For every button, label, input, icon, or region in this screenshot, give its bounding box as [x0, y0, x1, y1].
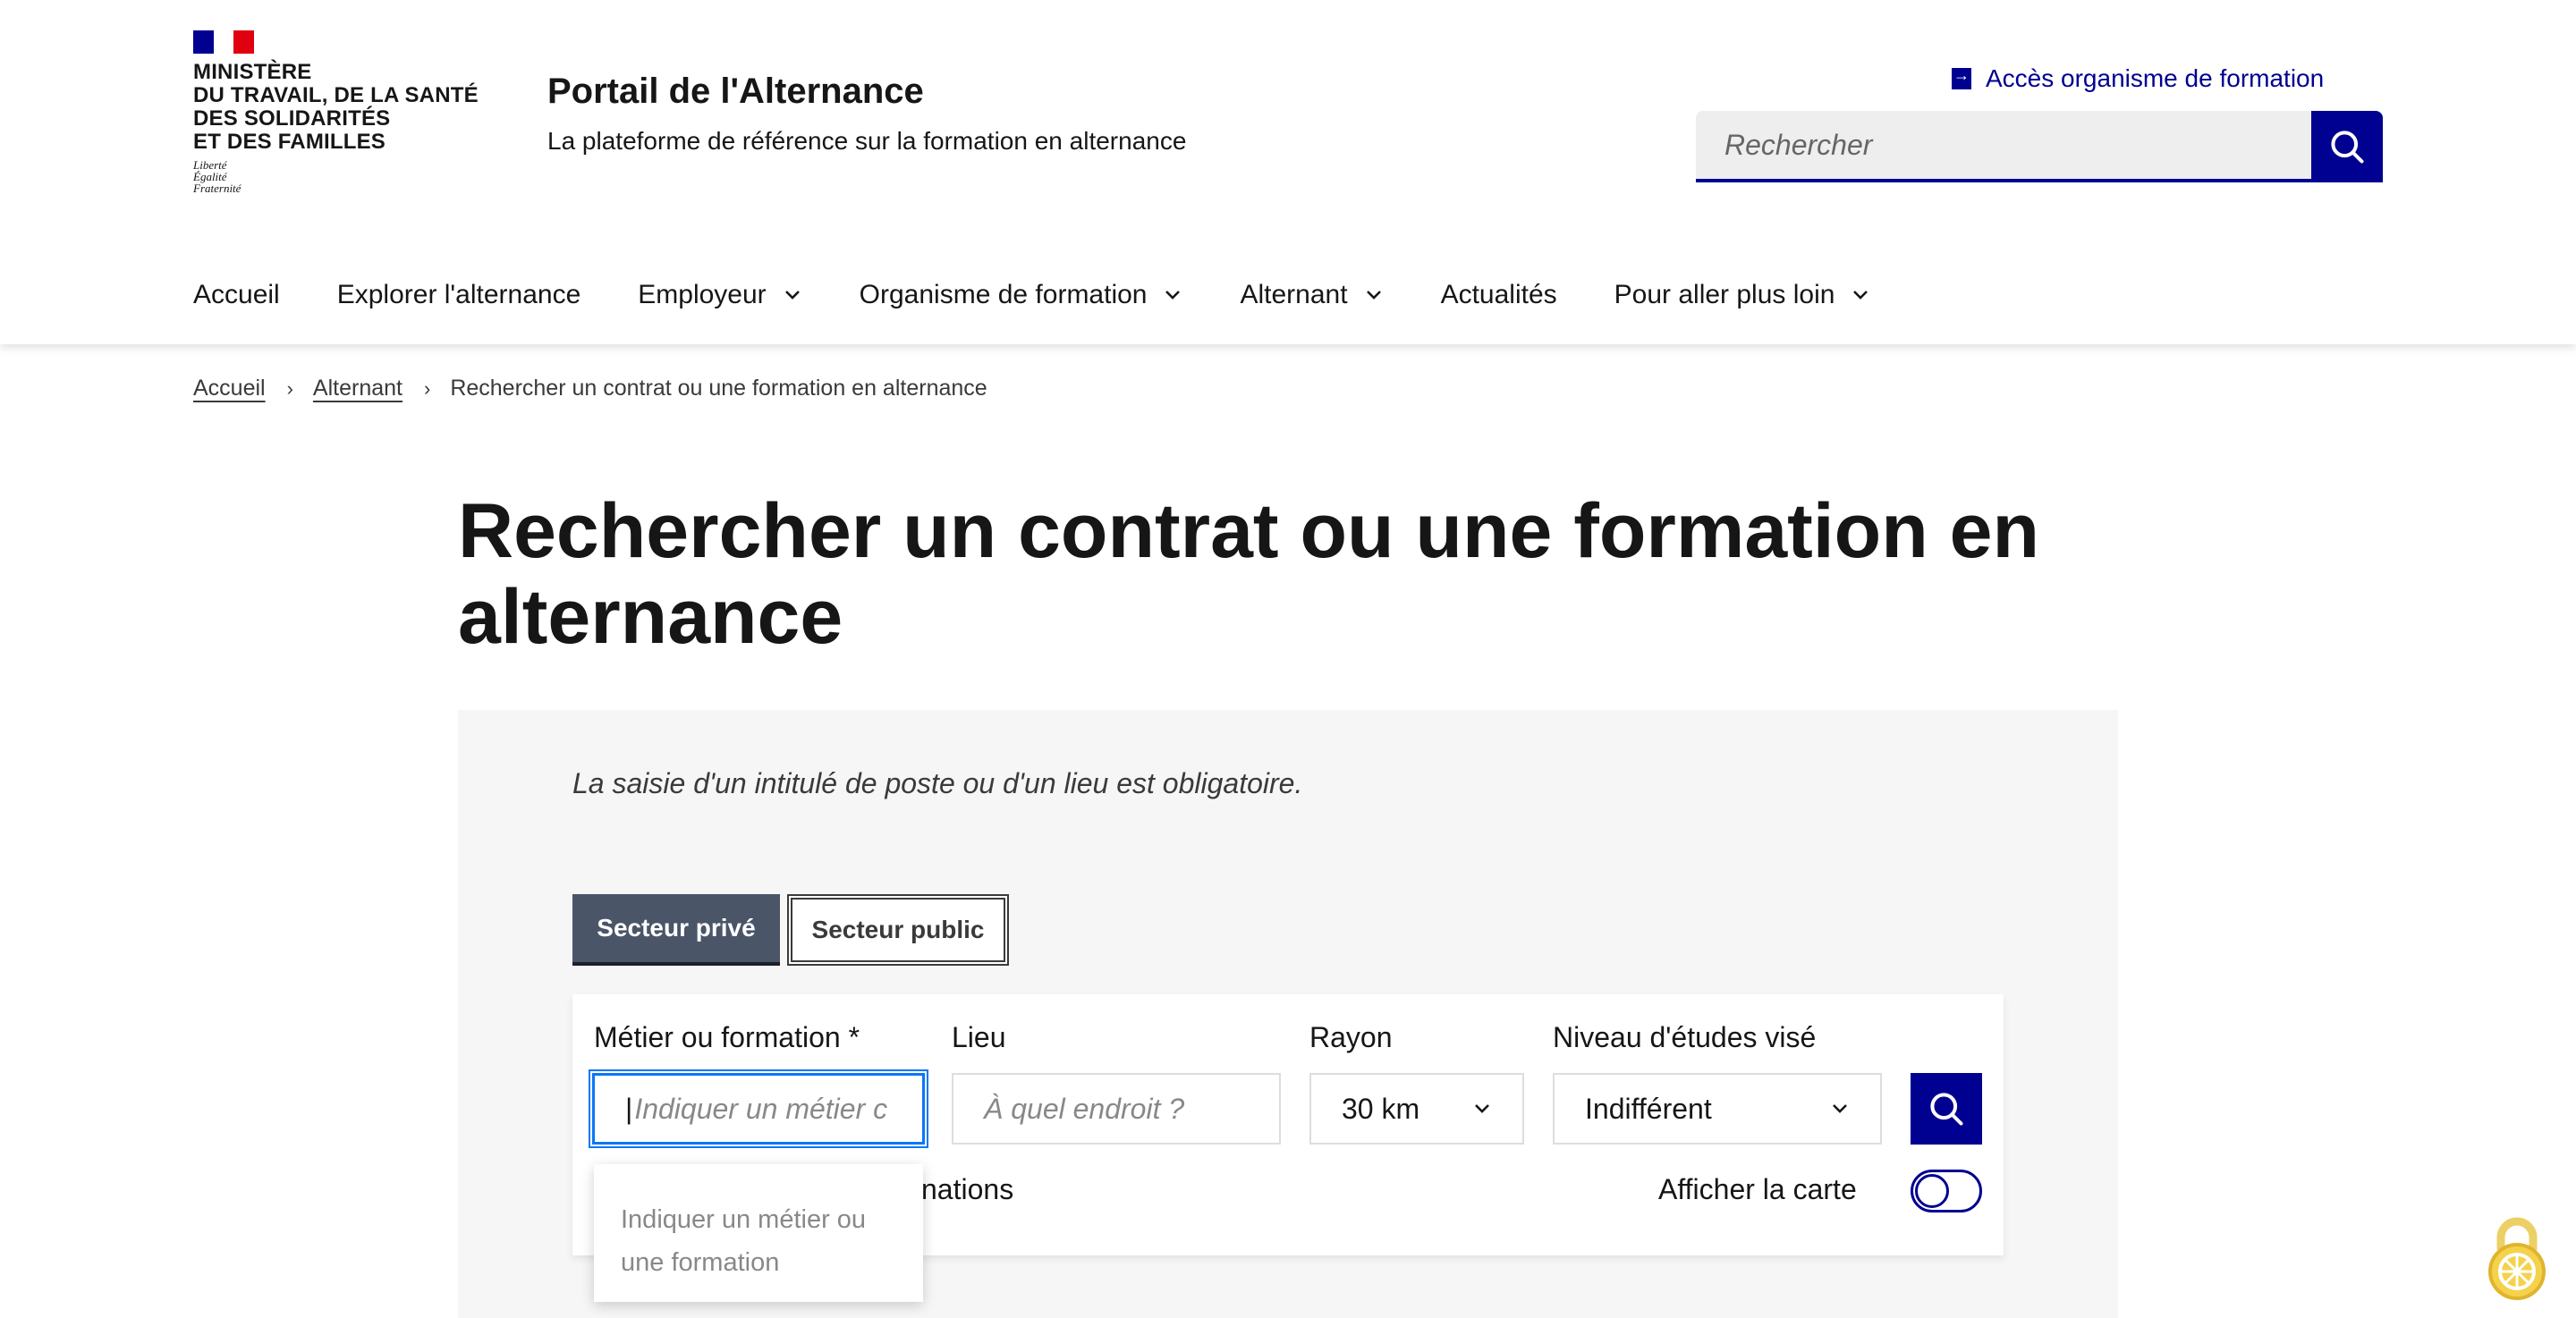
header-search-input[interactable]: Rechercher	[1696, 111, 2311, 182]
service-tagline: La plateforme de référence sur la format…	[547, 127, 1187, 155]
job-input[interactable]: | Indiquer un métier c	[589, 1069, 928, 1148]
header-search-button[interactable]	[2311, 111, 2383, 182]
nav-item-aller-plus-loin[interactable]: Pour aller plus loin	[1614, 268, 1871, 322]
chevron-down-icon	[1853, 291, 1868, 300]
search-icon	[1930, 1093, 1963, 1126]
chevron-down-icon	[1833, 1104, 1847, 1113]
login-icon	[1952, 66, 1971, 89]
search-notice: La saisie d'un intitulé de poste ou d'un…	[572, 767, 1303, 799]
level-select[interactable]: Indifférent	[1553, 1073, 1882, 1145]
republic-motto: Liberté Égalité Fraternité	[193, 158, 242, 195]
location-input[interactable]: À quel endroit ?	[952, 1073, 1281, 1145]
search-submit-button[interactable]	[1911, 1073, 1982, 1145]
search-icon	[2331, 131, 2364, 164]
radius-select[interactable]: 30 km	[1309, 1073, 1524, 1145]
main-nav: Accueil Explorer l'alternance Employeur …	[193, 268, 1928, 322]
breadcrumb-link-accueil[interactable]: Accueil	[193, 376, 266, 401]
formations-filter-label[interactable]: nations	[921, 1173, 1013, 1206]
job-label: Métier ou formation *	[594, 1021, 860, 1053]
level-label: Niveau d'études visé	[1553, 1021, 1817, 1053]
breadcrumb: Accueil › Alternant › Rechercher un cont…	[193, 376, 987, 401]
chevron-down-icon	[1165, 291, 1181, 300]
job-input-tooltip: Indiquer un métier ou une formation	[594, 1164, 923, 1302]
org-access-link[interactable]: Accès organisme de formation	[1952, 64, 2324, 93]
map-toggle-label: Afficher la carte	[1658, 1173, 1857, 1205]
site-header: MINISTÈRE DU TRAVAIL, DE LA SANTÉ DES SO…	[0, 0, 2576, 344]
nav-item-actualites[interactable]: Actualités	[1441, 268, 1557, 322]
tab-secteur-public[interactable]: Secteur public	[787, 894, 1009, 966]
location-label: Lieu	[952, 1021, 1006, 1053]
nav-item-explorer[interactable]: Explorer l'alternance	[337, 268, 581, 322]
chevron-down-icon	[784, 291, 800, 300]
lock-icon[interactable]	[2481, 1211, 2553, 1300]
breadcrumb-link-alternant[interactable]: Alternant	[313, 376, 402, 401]
french-flag-icon	[193, 30, 255, 54]
chevron-right-icon: ›	[423, 376, 431, 400]
ministry-logo[interactable]: MINISTÈRE DU TRAVAIL, DE LA SANTÉ DES SO…	[193, 30, 497, 194]
chevron-down-icon	[1366, 291, 1381, 300]
toggle-knob	[1915, 1174, 1949, 1208]
page-title: Rechercher un contrat ou une formation e…	[458, 488, 2039, 660]
breadcrumb-current: Rechercher un contrat ou une formation e…	[450, 376, 987, 401]
radius-label: Rayon	[1309, 1021, 1393, 1053]
nav-item-employeur[interactable]: Employeur	[638, 268, 801, 322]
ministry-name: MINISTÈRE DU TRAVAIL, DE LA SANTÉ DES SO…	[193, 60, 479, 154]
chevron-down-icon	[1475, 1104, 1489, 1113]
header-search: Rechercher	[1696, 111, 2383, 182]
nav-item-alternant[interactable]: Alternant	[1240, 268, 1383, 322]
org-access-label: Accès organisme de formation	[1986, 64, 2325, 92]
tab-secteur-prive[interactable]: Secteur privé	[572, 894, 780, 966]
chevron-right-icon: ›	[286, 376, 293, 400]
nav-item-organisme[interactable]: Organisme de formation	[860, 268, 1183, 322]
map-toggle[interactable]	[1911, 1170, 1982, 1212]
service-title[interactable]: Portail de l'Alternance	[547, 72, 924, 112]
nav-item-accueil[interactable]: Accueil	[193, 268, 280, 322]
